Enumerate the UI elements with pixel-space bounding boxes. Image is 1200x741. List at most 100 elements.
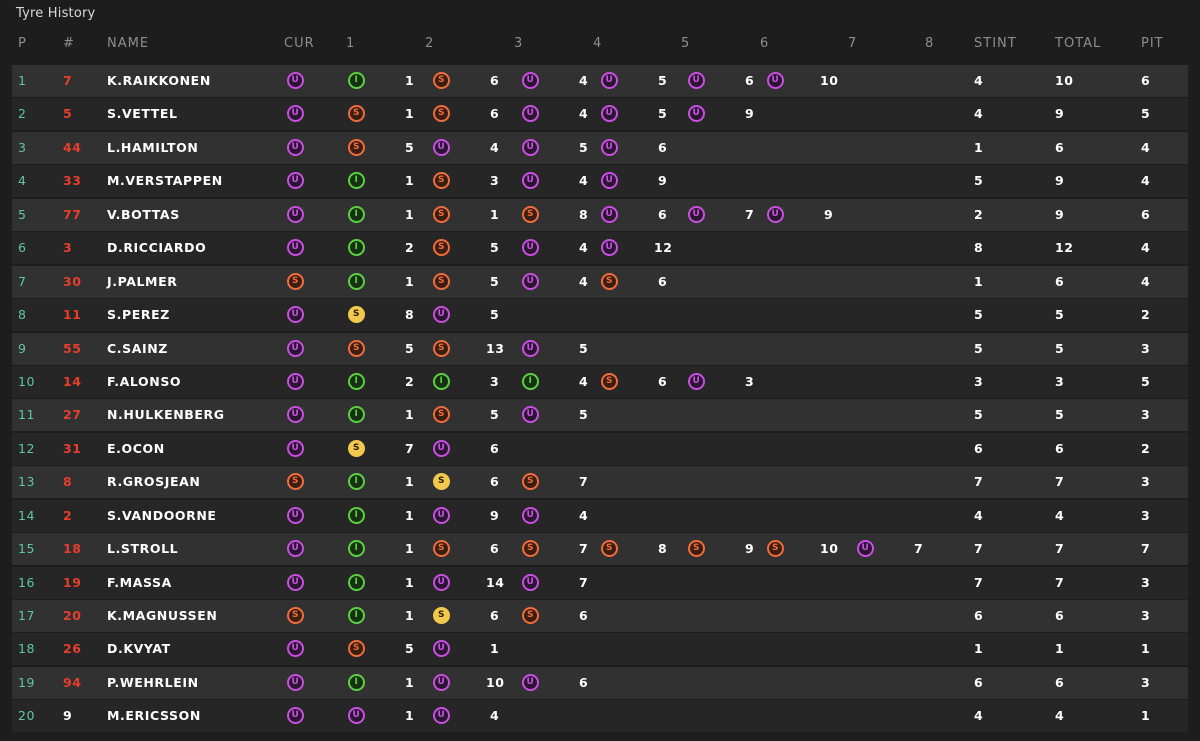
stint-tyre-icon: S (433, 72, 450, 89)
stint-lap-count: 1 (405, 206, 415, 222)
table-row[interactable]: 5 77 V.BOTTAS U I 1 S 1 S 8 U 6 U 7 U 9 2 9 6 (12, 198, 1188, 231)
stint-lap-count: 4 (579, 273, 589, 289)
table-row[interactable]: 8 11 S.PEREZ U S 8 U 5 5 5 2 (12, 299, 1188, 332)
table-row[interactable]: 4 33 M.VERSTAPPEN U I 1 S 3 U 4 U 9 5 9 4 (12, 165, 1188, 198)
total-cell: 5 (1055, 307, 1065, 323)
stint-cell: 1 (974, 273, 984, 289)
table-row[interactable]: 20 9 M.ERICSSON U U 1 U 4 4 4 1 (12, 700, 1188, 733)
stint-lap-count: 5 (490, 273, 500, 289)
stint-lap-count: 4 (579, 73, 589, 88)
total-cell: 7 (1055, 541, 1065, 557)
table-row[interactable]: 14 2 S.VANDOORNE U I 1 U 9 U 4 4 4 3 (12, 499, 1188, 532)
stint-lap-count: 1 (405, 273, 415, 289)
pit-cell: 4 (1141, 240, 1151, 256)
stint-cell: 4 (974, 106, 984, 122)
table-row[interactable]: 16 19 F.MASSA U I 1 U 14 U 7 7 7 3 (12, 566, 1188, 599)
header-total: TOTAL (1055, 36, 1102, 51)
stint-lap-count: 10 (486, 674, 505, 690)
stint-tyre-icon: U (522, 506, 539, 524)
stint-lap-count: 6 (658, 273, 668, 289)
stint-tyre-icon: U (433, 573, 450, 591)
table-row[interactable]: 11 27 N.HULKENBERG U I 1 S 5 U 5 5 5 3 (12, 399, 1188, 432)
table-row[interactable]: 13 8 R.GROSJEAN S I 1 S 6 S 7 7 7 3 (12, 466, 1188, 499)
stint-lap-count: 5 (579, 407, 589, 423)
stint-lap-count: 1 (405, 73, 415, 88)
stint-tyre-icon: U (522, 172, 539, 190)
position-cell: 17 (18, 608, 36, 623)
table-row[interactable]: 18 26 D.KVYAT U S 5 U 1 1 1 1 (12, 633, 1188, 666)
pit-cell: 5 (1141, 373, 1151, 389)
stint-tyre-icon: S (433, 540, 450, 558)
panel-title: Tyre History (16, 6, 96, 21)
pit-cell: 2 (1141, 440, 1151, 456)
table-row[interactable]: 19 94 P.WEHRLEIN U I 1 U 10 U 6 6 6 3 (12, 666, 1188, 699)
position-cell: 10 (18, 373, 36, 389)
stint-cell: 5 (974, 340, 984, 356)
stint-lap-count: 7 (579, 574, 589, 590)
stint-tyre-icon: U (522, 339, 539, 357)
header-stint: STINT (974, 36, 1017, 51)
stint-tyre-icon: I (348, 540, 365, 558)
driver-name-cell: N.HULKENBERG (107, 407, 225, 423)
stint-lap-count: 6 (490, 608, 500, 623)
stint-tyre-icon: I (522, 372, 539, 390)
car-number-cell: 27 (63, 407, 82, 423)
stint-tyre-icon: U (433, 506, 450, 524)
table-row[interactable]: 3 44 L.HAMILTON U S 5 U 4 U 5 U 6 1 6 4 (12, 131, 1188, 164)
stint-tyre-icon: S (522, 205, 539, 223)
pit-cell: 5 (1141, 106, 1151, 122)
stint-tyre-icon: S (433, 272, 450, 290)
table-row[interactable]: 15 18 L.STROLL U I 1 S 6 S 7 S 8 S 9 S 10 U 7 7 7 7 (12, 533, 1188, 566)
stint-lap-count: 1 (490, 641, 500, 657)
driver-name-cell: L.STROLL (107, 541, 179, 557)
current-tyre-icon: U (287, 573, 304, 591)
position-cell: 12 (18, 440, 36, 456)
table-row[interactable]: 7 30 J.PALMER S I 1 S 5 U 4 S 6 1 6 4 (12, 265, 1188, 298)
stint-cell: 7 (974, 541, 984, 557)
stint-lap-count: 7 (579, 541, 589, 557)
stint-tyre-icon: S (433, 205, 450, 223)
table-row[interactable]: 1 7 K.RAIKKONEN U I 1 S 6 U 4 U 5 U 6 U 10 4 10 6 (12, 65, 1188, 97)
table-row[interactable]: 10 14 F.ALONSO U I 2 I 3 I 4 S 6 U 3 3 3 5 (12, 365, 1188, 398)
table-header: P # NAME CUR 1 2 3 4 5 6 7 8 STINT TOTAL… (0, 36, 1200, 52)
stint-tyre-icon: U (601, 205, 618, 223)
table-row[interactable]: 12 31 E.OCON U S 7 U 6 6 6 2 (12, 432, 1188, 465)
stint-tyre-icon: S (433, 339, 450, 357)
pit-cell: 3 (1141, 574, 1151, 590)
table-row[interactable]: 2 5 S.VETTEL U S 1 S 6 U 4 U 5 U 9 4 9 5 (12, 98, 1188, 131)
stint-lap-count: 8 (405, 307, 415, 323)
table-row[interactable]: 9 55 C.SAINZ U S 5 S 13 U 5 5 5 3 (12, 332, 1188, 365)
stint-tyre-icon: U (522, 673, 539, 691)
total-cell: 6 (1055, 608, 1065, 623)
position-cell: 2 (18, 106, 27, 122)
stint-tyre-icon: S (522, 540, 539, 558)
stint-cell: 6 (974, 674, 984, 690)
current-tyre-icon: U (287, 406, 304, 424)
stint-tyre-icon: I (348, 473, 365, 491)
stint-cell: 6 (974, 608, 984, 623)
stint-lap-count: 5 (490, 240, 500, 256)
total-cell: 5 (1055, 407, 1065, 423)
tyre-history-table: 1 7 K.RAIKKONEN U I 1 S 6 U 4 U 5 U 6 U 10 4 10 6 2 5 S.VETTE… (12, 65, 1188, 734)
driver-name-cell: L.HAMILTON (107, 139, 199, 155)
stint-tyre-icon: U (522, 406, 539, 424)
car-number-cell: 14 (63, 373, 82, 389)
current-tyre-icon: U (287, 205, 304, 223)
stint-lap-count: 6 (658, 139, 668, 155)
table-row[interactable]: 6 3 D.RICCIARDO U I 2 S 5 U 4 U 12 8 12 4 (12, 232, 1188, 265)
stint-lap-count: 6 (579, 608, 589, 623)
stint-tyre-icon: I (348, 205, 365, 223)
table-row[interactable]: 17 20 K.MAGNUSSEN S I 1 S 6 S 6 6 6 3 (12, 600, 1188, 632)
stint-cell: 2 (974, 206, 984, 222)
position-cell: 8 (18, 307, 27, 323)
header-stint-2: 2 (425, 36, 435, 51)
current-tyre-icon: U (287, 372, 304, 390)
pit-cell: 6 (1141, 73, 1151, 88)
current-tyre-icon: U (287, 707, 304, 725)
driver-name-cell: S.PEREZ (107, 307, 170, 323)
pit-cell: 3 (1141, 674, 1151, 690)
header-position: P (18, 36, 27, 51)
stint-tyre-icon: S (522, 607, 539, 624)
pit-cell: 4 (1141, 139, 1151, 155)
stint-tyre-icon: S (348, 439, 365, 457)
